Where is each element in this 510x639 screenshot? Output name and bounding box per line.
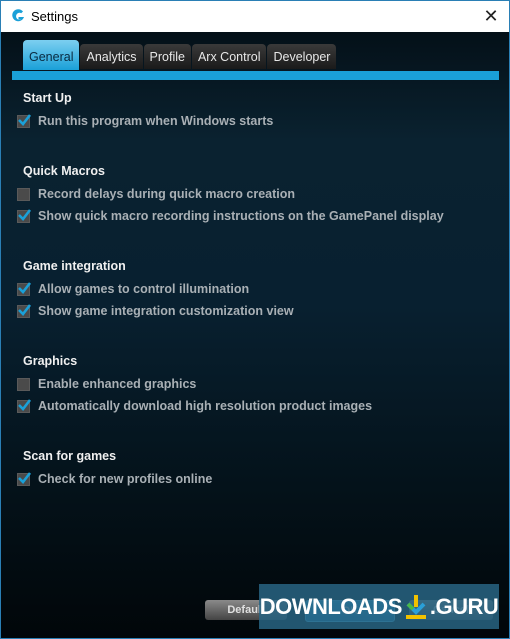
checkbox[interactable]	[17, 377, 30, 391]
close-icon: ✕	[483, 6, 499, 26]
checkbox[interactable]	[17, 208, 32, 223]
watermark-overlay: DOWNLOADS .GURU	[259, 584, 499, 629]
download-arrow-icon	[405, 594, 426, 619]
option-show-customization-view[interactable]: Show game integration customization view	[17, 303, 294, 318]
tab-bar: General Analytics Profile Arx Control De…	[23, 40, 337, 70]
checkbox[interactable]	[17, 471, 32, 486]
option-show-macro-instructions[interactable]: Show quick macro recording instructions …	[17, 208, 444, 223]
title-bar: Settings ✕	[1, 1, 509, 32]
section-scan-for-games: Scan for games	[23, 449, 116, 463]
tab-profile[interactable]: Profile	[143, 44, 191, 69]
section-title: Start Up	[23, 91, 72, 105]
option-label: Show game integration customization view	[38, 304, 294, 318]
checkmark-icon	[18, 471, 32, 484]
option-label: Enable enhanced graphics	[38, 377, 197, 391]
section-startup: Start Up	[23, 91, 72, 105]
checkmark-icon	[18, 303, 32, 316]
tab-developer[interactable]: Developer	[267, 44, 337, 69]
watermark-text: DOWNLOADS	[259, 593, 403, 619]
checkbox[interactable]	[17, 113, 32, 128]
tab-analytics[interactable]: Analytics	[80, 44, 143, 69]
settings-content: General Analytics Profile Arx Control De…	[1, 32, 509, 638]
watermark-text-suffix: .GURU	[429, 593, 499, 619]
checkbox[interactable]	[17, 281, 32, 296]
settings-window: Settings ✕ General Analytics Profile Arx…	[0, 0, 510, 639]
option-check-new-profiles[interactable]: Check for new profiles online	[17, 471, 213, 486]
checkbox[interactable]	[17, 187, 30, 201]
checkmark-icon	[18, 113, 32, 126]
option-label: Show quick macro recording instructions …	[38, 209, 444, 223]
section-game-integration: Game integration	[23, 259, 126, 273]
section-title: Graphics	[23, 354, 78, 368]
checkmark-icon	[18, 398, 32, 411]
option-run-on-startup[interactable]: Run this program when Windows starts	[17, 113, 274, 128]
option-download-hires-images[interactable]: Automatically download high resolution p…	[17, 398, 373, 413]
window-title: Settings	[31, 9, 78, 24]
checkbox[interactable]	[17, 398, 32, 413]
option-label: Check for new profiles online	[38, 472, 213, 486]
logitech-g-logo-icon	[12, 9, 24, 22]
tab-underline	[12, 71, 499, 80]
section-graphics: Graphics	[23, 354, 77, 368]
section-title: Quick Macros	[23, 164, 105, 178]
checkbox[interactable]	[17, 303, 32, 318]
tab-arx-control[interactable]: Arx Control	[191, 44, 267, 69]
option-label: Record delays during quick macro creatio…	[38, 187, 296, 201]
option-enhanced-graphics[interactable]: Enable enhanced graphics	[17, 377, 196, 391]
section-title: Game integration	[23, 259, 126, 273]
close-button[interactable]: ✕	[479, 5, 503, 27]
section-title: Scan for games	[23, 449, 117, 463]
checkmark-icon	[18, 208, 32, 221]
option-label: Allow games to control illumination	[38, 282, 250, 296]
option-label: Run this program when Windows starts	[38, 114, 274, 128]
section-quick-macros: Quick Macros	[23, 164, 105, 178]
option-label: Automatically download high resolution p…	[38, 399, 373, 413]
option-allow-illumination[interactable]: Allow games to control illumination	[17, 281, 250, 296]
tab-general[interactable]: General	[23, 40, 80, 70]
option-record-delays[interactable]: Record delays during quick macro creatio…	[17, 187, 295, 201]
checkmark-icon	[18, 281, 32, 294]
